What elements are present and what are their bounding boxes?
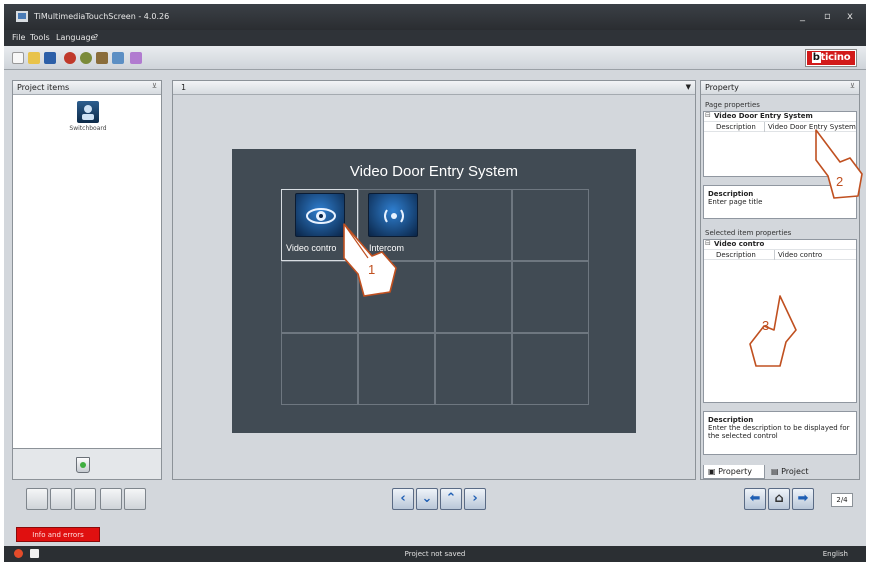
app-icon	[16, 11, 28, 22]
page-properties-label: Page properties	[705, 101, 760, 109]
callout-number-3: 3	[762, 318, 770, 333]
arrow-down-icon[interactable]: ⌄	[416, 488, 438, 510]
workspace: Project items ⊻ Switchboard 1 ▼ Video Do…	[4, 70, 866, 524]
window-title: TiMultimediaTouchScreen - 4.0.26	[34, 12, 170, 21]
arrow-right-icon[interactable]: ›	[464, 488, 486, 510]
language-status[interactable]: English	[823, 550, 848, 558]
logo-prefix: b	[811, 52, 821, 63]
selected-description-row[interactable]: Description Video contro	[704, 250, 856, 260]
menu-help[interactable]: ?	[94, 33, 98, 42]
page-canvas: Video Door Entry System Video contro Int…	[232, 149, 636, 433]
copy-button[interactable]	[26, 488, 48, 510]
home-icon[interactable]: ⌂	[768, 488, 790, 510]
export-icon[interactable]	[64, 52, 76, 64]
project-items-header: Project items ⊻	[13, 81, 161, 95]
project-items-title: Project items	[17, 83, 70, 92]
selected-description-value[interactable]: Video contro	[778, 251, 856, 259]
pin-icon[interactable]: ⊻	[850, 82, 855, 90]
grid-layout-button[interactable]	[100, 488, 122, 510]
help-title: Description	[708, 416, 754, 424]
page-title[interactable]: Video Door Entry System	[232, 163, 636, 180]
info-strip: Info and errors	[4, 524, 866, 546]
page-selector[interactable]: 1 ▼	[173, 81, 695, 95]
callout-number-2: 2	[836, 174, 844, 189]
page-editor-panel: 1 ▼ Video Door Entry System Video contro…	[172, 80, 696, 480]
empty-cell[interactable]	[435, 261, 512, 333]
empty-cell[interactable]	[512, 189, 589, 261]
page-description-key: Description	[716, 123, 756, 131]
switchboard-label[interactable]: Switchboard	[53, 125, 123, 132]
project-items-panel: Project items ⊻ Switchboard	[12, 80, 162, 480]
callout-number-1: 1	[368, 262, 376, 277]
palette-button[interactable]	[124, 488, 146, 510]
selected-item-label: Selected item properties	[705, 229, 792, 237]
pin-icon[interactable]: ⊻	[152, 82, 157, 90]
page-number: 1	[181, 83, 187, 92]
selected-description-help: Description Enter the description to be …	[703, 411, 857, 455]
logo-rest: ticino	[820, 52, 851, 63]
open-folder-icon[interactable]	[28, 52, 40, 64]
menu-file[interactable]: File	[12, 33, 25, 42]
cut-button[interactable]	[50, 488, 72, 510]
page-counter: 2/4	[831, 493, 853, 507]
project-tab-icon: ▤	[771, 467, 779, 476]
empty-cell[interactable]	[281, 333, 358, 405]
forward-button[interactable]: ➡	[792, 488, 814, 510]
empty-cell[interactable]	[435, 333, 512, 405]
property-header: Property ⊻	[701, 81, 859, 95]
help-text: Enter page title	[708, 198, 763, 206]
tab-property[interactable]: ▣ Property	[703, 465, 765, 479]
maximize-button[interactable]: ▫	[824, 11, 831, 22]
property-tab-icon: ▣	[708, 467, 716, 476]
title-bar: TiMultimediaTouchScreen - 4.0.26 _ ▫ x	[4, 4, 866, 30]
back-button[interactable]: ⬅	[744, 488, 766, 510]
arrow-up-icon[interactable]: ⌃	[440, 488, 462, 510]
save-status: Project not saved	[404, 550, 466, 558]
new-file-icon[interactable]	[12, 52, 24, 64]
hand-pointer-icon	[343, 223, 397, 297]
send-icon[interactable]	[96, 52, 108, 64]
tab-property-label: Property	[718, 467, 752, 476]
import-icon[interactable]	[80, 52, 92, 64]
control-grid: Video contro Intercom	[281, 189, 589, 405]
paste-button[interactable]	[74, 488, 96, 510]
trash-area[interactable]	[12, 448, 162, 480]
app-window: TiMultimediaTouchScreen - 4.0.26 _ ▫ x F…	[4, 4, 866, 562]
save-icon[interactable]	[44, 52, 56, 64]
property-title: Property	[705, 83, 739, 92]
recycle-bin-icon[interactable]	[76, 457, 90, 473]
empty-cell[interactable]	[512, 333, 589, 405]
empty-cell[interactable]	[435, 189, 512, 261]
device-icon[interactable]	[112, 52, 124, 64]
info-errors-button[interactable]: Info and errors	[16, 527, 100, 542]
chevron-down-icon[interactable]: ▼	[686, 83, 691, 91]
empty-cell[interactable]	[358, 333, 435, 405]
panel-tabs: ▣ Property ▤ Project	[703, 465, 857, 479]
control-label: Video contro	[286, 243, 337, 253]
help-text: Enter the description to be displayed fo…	[708, 424, 850, 440]
menu-bar: File Tools Language ?	[4, 30, 866, 46]
tab-project-label: Project	[781, 467, 809, 476]
minimize-button[interactable]: _	[800, 11, 805, 22]
column-divider	[764, 122, 765, 132]
menu-language[interactable]: Language	[56, 33, 95, 42]
close-button[interactable]: x	[847, 11, 853, 22]
bottom-toolbar: ‹ ⌄ ⌃ › ⬅ ⌂ ➡ 2/4	[4, 480, 866, 522]
tab-project[interactable]: ▤ Project	[767, 465, 827, 479]
empty-cell[interactable]	[512, 261, 589, 333]
page-property-group[interactable]: Video Door Entry System	[704, 111, 856, 122]
column-divider	[774, 250, 775, 260]
arrow-left-icon[interactable]: ‹	[392, 488, 414, 510]
selected-description-key: Description	[716, 251, 756, 259]
hand-pointer-icon	[749, 295, 797, 367]
bticino-logo: bticino	[806, 50, 856, 66]
menu-tools[interactable]: Tools	[30, 33, 50, 42]
selected-property-group[interactable]: Video contro	[704, 239, 856, 250]
status-bar: Project not saved English	[4, 546, 866, 562]
toolbar: bticino	[4, 46, 866, 70]
switchboard-icon[interactable]	[77, 101, 99, 123]
tools-dropdown-icon[interactable]	[130, 52, 142, 64]
